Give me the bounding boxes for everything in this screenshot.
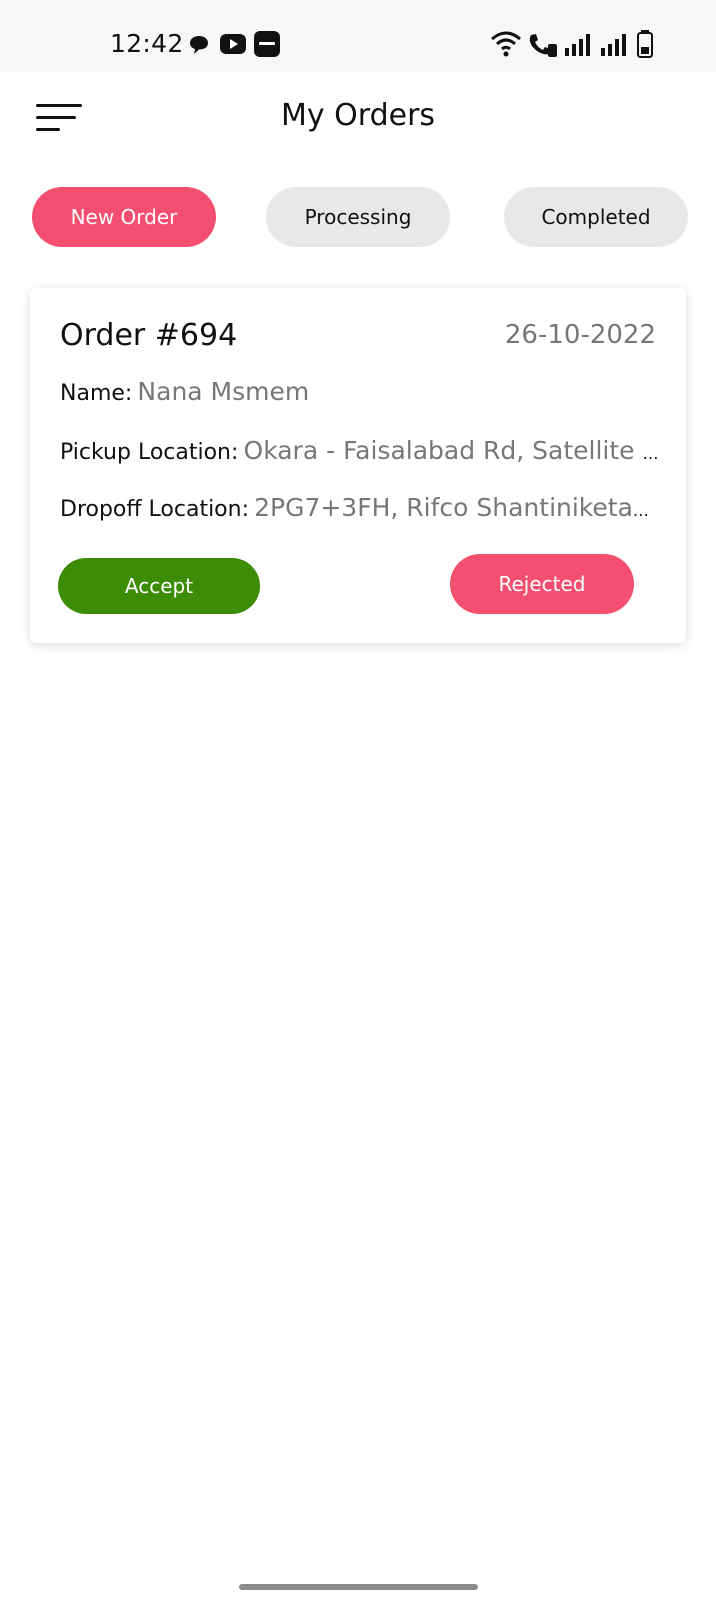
wifi-icon [491, 31, 521, 57]
page-title: My Orders [280, 98, 436, 133]
home-indicator[interactable] [239, 1584, 478, 1590]
pickup-location-row: Pickup Location: Okara - Faisalabad Rd, … [60, 436, 662, 465]
battery-icon [637, 30, 653, 58]
order-card[interactable]: Order #694 26-10-2022 Name: Nana Msmem P… [30, 288, 686, 643]
order-name-row: Name: Nana Msmem [60, 377, 662, 406]
dropoff-location-row: Dropoff Location: 2PG7+3FH, Rifco Shanti… [60, 493, 662, 522]
tab-new-order[interactable]: New Order [32, 187, 216, 247]
status-bar: 12:42 [0, 0, 716, 72]
empty-card [20, 1488, 696, 1568]
signal-icon [565, 34, 590, 56]
app-header: My Orders [0, 72, 716, 172]
accept-button[interactable]: Accept [58, 558, 260, 614]
order-date: 26-10-2022 [504, 320, 656, 350]
name-value: Nana Msmem [137, 377, 310, 406]
status-time: 12:42 [110, 29, 184, 58]
dropoff-value: 2PG7+3FH, Rifco Shantiniketan Colony [254, 493, 662, 522]
dropoff-label: Dropoff Location: [60, 497, 249, 522]
reject-button[interactable]: Rejected [450, 554, 634, 614]
tab-processing[interactable]: Processing [266, 187, 450, 247]
wifi-calling-icon [529, 34, 557, 57]
tab-completed[interactable]: Completed [504, 187, 688, 247]
empty-card [20, 688, 696, 1043]
order-number: Order #694 [60, 318, 238, 353]
name-label: Name: [60, 381, 133, 406]
youtube-icon [220, 34, 246, 54]
empty-card [20, 1088, 696, 1443]
chat-bubble-icon [190, 36, 208, 54]
app-icon [254, 31, 280, 57]
pickup-value: Okara - Faisalabad Rd, Satellite Town, O… [243, 436, 662, 465]
pickup-label: Pickup Location: [60, 440, 239, 465]
signal-icon [601, 34, 626, 56]
